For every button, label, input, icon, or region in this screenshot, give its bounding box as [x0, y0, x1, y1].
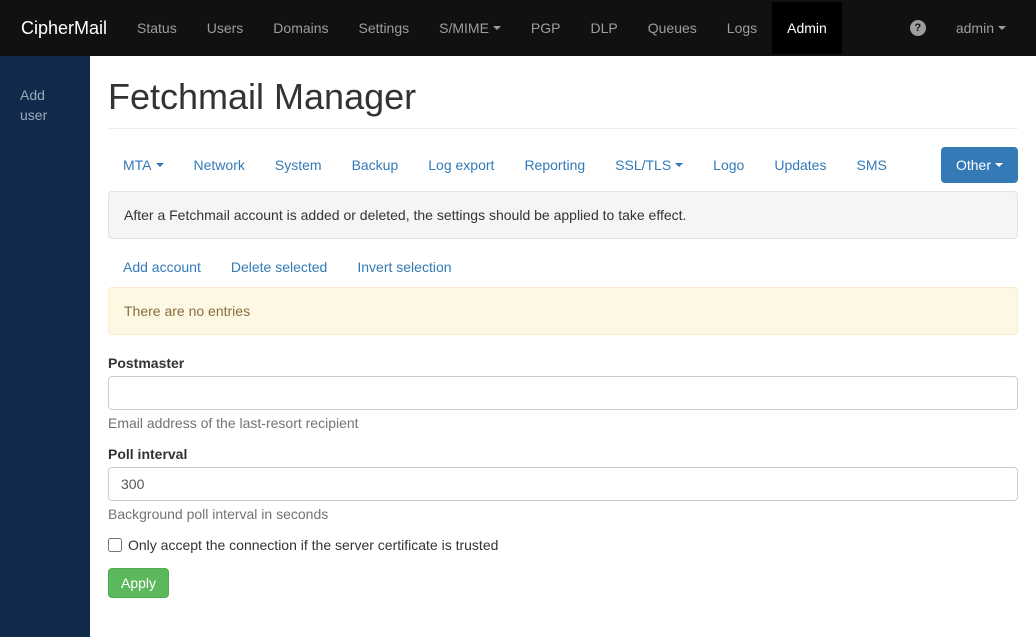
sidebar: Add user	[0, 56, 90, 637]
no-entries-alert: There are no entries	[108, 287, 1018, 335]
tab-other-label: Other	[956, 157, 991, 173]
nav-dlp[interactable]: DLP	[576, 2, 633, 54]
nav-users[interactable]: Users	[192, 2, 259, 54]
admin-tabs: MTA Network System Backup Log export Rep…	[108, 147, 1018, 183]
tab-other[interactable]: Other	[941, 147, 1018, 183]
apply-button[interactable]: Apply	[108, 568, 169, 598]
nav-admin[interactable]: Admin	[772, 2, 842, 54]
cert-trusted-label: Only accept the connection if the server…	[128, 537, 498, 553]
postmaster-input[interactable]	[108, 376, 1018, 410]
postmaster-help: Email address of the last-resort recipie…	[108, 415, 1018, 431]
tab-log-export[interactable]: Log export	[413, 147, 509, 183]
nav-status[interactable]: Status	[122, 2, 192, 54]
tab-mta[interactable]: MTA	[108, 147, 179, 183]
tab-network[interactable]: Network	[179, 147, 260, 183]
postmaster-label: Postmaster	[108, 355, 1018, 371]
tab-ssl-tls[interactable]: SSL/TLS	[600, 147, 698, 183]
cert-trusted-checkbox[interactable]	[108, 538, 122, 552]
main-content: Fetchmail Manager MTA Network System Bac…	[90, 56, 1036, 637]
nav-smime-label: S/MIME	[439, 20, 489, 36]
tab-backup[interactable]: Backup	[337, 147, 414, 183]
info-well: After a Fetchmail account is added or de…	[108, 191, 1018, 239]
poll-interval-help: Background poll interval in seconds	[108, 506, 1018, 522]
nav-smime[interactable]: S/MIME	[424, 2, 516, 54]
nav-settings[interactable]: Settings	[344, 2, 425, 54]
tab-system[interactable]: System	[260, 147, 337, 183]
help-button[interactable]: ?	[895, 2, 941, 54]
caret-down-icon	[493, 26, 501, 30]
tab-reporting[interactable]: Reporting	[509, 147, 600, 183]
tab-mta-label: MTA	[123, 157, 152, 173]
nav-domains[interactable]: Domains	[258, 2, 343, 54]
user-menu-label: admin	[956, 20, 994, 36]
user-menu[interactable]: admin	[941, 2, 1021, 54]
tab-ssl-tls-label: SSL/TLS	[615, 157, 671, 173]
navbar-right: ? admin	[895, 2, 1021, 54]
nav-logs[interactable]: Logs	[712, 2, 772, 54]
question-circle-icon: ?	[910, 20, 926, 36]
poll-interval-group: Poll interval Background poll interval i…	[108, 446, 1018, 522]
action-links: Add account Delete selected Invert selec…	[108, 259, 1018, 287]
brand[interactable]: CipherMail	[15, 3, 122, 54]
poll-interval-label: Poll interval	[108, 446, 1018, 462]
tab-updates[interactable]: Updates	[759, 147, 841, 183]
cert-trusted-row: Only accept the connection if the server…	[108, 537, 1018, 553]
top-navbar: CipherMail Status Users Domains Settings…	[0, 0, 1036, 56]
layout: Add user Fetchmail Manager MTA Network S…	[0, 56, 1036, 637]
caret-down-icon	[998, 26, 1006, 30]
poll-interval-input[interactable]	[108, 467, 1018, 501]
divider	[108, 128, 1018, 129]
invert-selection-link[interactable]: Invert selection	[357, 259, 451, 275]
tab-logo[interactable]: Logo	[698, 147, 759, 183]
page-title: Fetchmail Manager	[108, 76, 1018, 118]
caret-down-icon	[156, 163, 164, 167]
delete-selected-link[interactable]: Delete selected	[231, 259, 328, 275]
nav-queues[interactable]: Queues	[633, 2, 712, 54]
caret-down-icon	[995, 163, 1003, 167]
postmaster-group: Postmaster Email address of the last-res…	[108, 355, 1018, 431]
navbar-left: CipherMail Status Users Domains Settings…	[15, 2, 842, 54]
caret-down-icon	[675, 163, 683, 167]
sidebar-item-add-user[interactable]: Add user	[0, 76, 90, 135]
add-account-link[interactable]: Add account	[123, 259, 201, 275]
tab-spacer	[902, 147, 941, 183]
nav-pgp[interactable]: PGP	[516, 2, 576, 54]
tab-sms[interactable]: SMS	[841, 147, 901, 183]
